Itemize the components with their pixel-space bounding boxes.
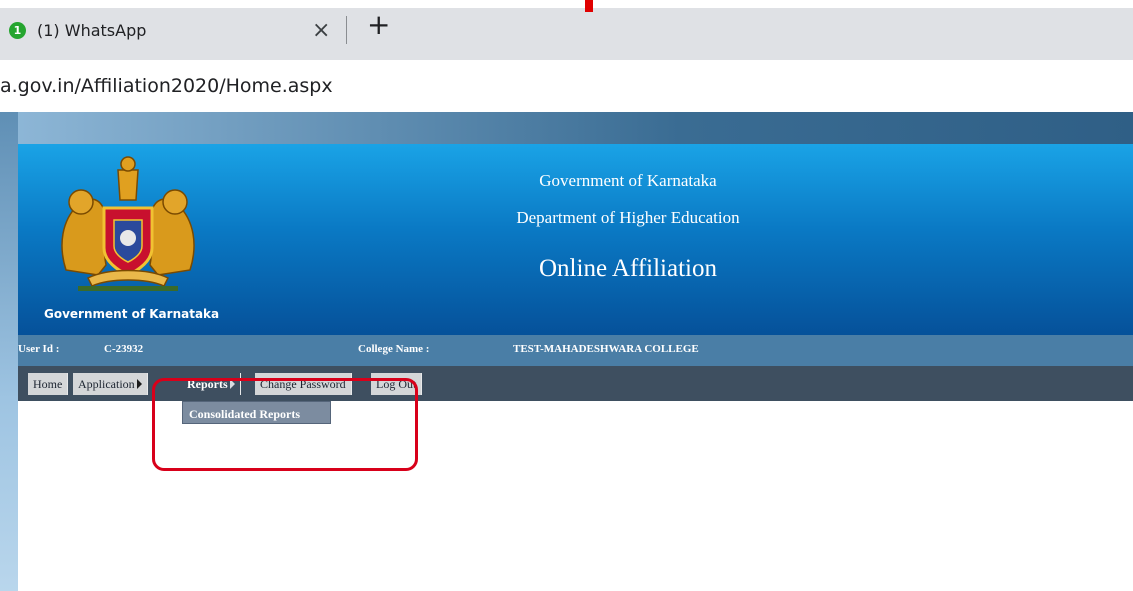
header-banner: Government of Karnataka Government of Ka…	[18, 144, 1133, 335]
browser-tabstrip: 1 (1) WhatsApp × +	[0, 0, 1133, 60]
url-text[interactable]: a.gov.in/Affiliation2020/Home.aspx	[0, 75, 333, 97]
user-info-bar: User Id : C-23932 College Name : TEST-MA…	[18, 335, 1133, 366]
new-tab-button[interactable]: +	[367, 8, 390, 41]
close-tab-icon[interactable]: ×	[312, 18, 330, 43]
page-left-band	[0, 112, 18, 591]
logo-caption: Government of Karnataka	[44, 307, 220, 321]
red-mark	[585, 0, 593, 12]
user-id-label: User Id :	[18, 343, 60, 355]
menu-item-home[interactable]: Home	[28, 373, 69, 395]
college-name-label: College Name :	[358, 343, 430, 355]
tab-separator	[346, 16, 347, 44]
banner-app-title: Online Affiliation	[539, 255, 717, 282]
college-name-value: TEST-MAHADESHWARA COLLEGE	[513, 343, 699, 355]
banner-department-title: Department of Higher Education	[516, 208, 740, 227]
user-id-value: C-23932	[104, 343, 144, 355]
menu-item-application[interactable]: Application	[73, 373, 148, 395]
banner-government-title: Government of Karnataka	[539, 171, 717, 190]
address-bar[interactable]: a.gov.in/Affiliation2020/Home.aspx	[0, 60, 1133, 112]
menu-item-label: Home	[33, 377, 63, 391]
highlight-annotation-box	[152, 378, 418, 471]
page-top-band	[0, 112, 1133, 144]
menu-item-label: Application	[78, 377, 135, 391]
submenu-arrow-icon	[136, 379, 142, 389]
browser-tab[interactable]: 1 (1) WhatsApp ×	[0, 8, 342, 54]
tab-title: (1) WhatsApp	[37, 21, 147, 40]
karnataka-emblem-icon	[61, 156, 195, 291]
whatsapp-badge-icon: 1	[9, 22, 26, 39]
